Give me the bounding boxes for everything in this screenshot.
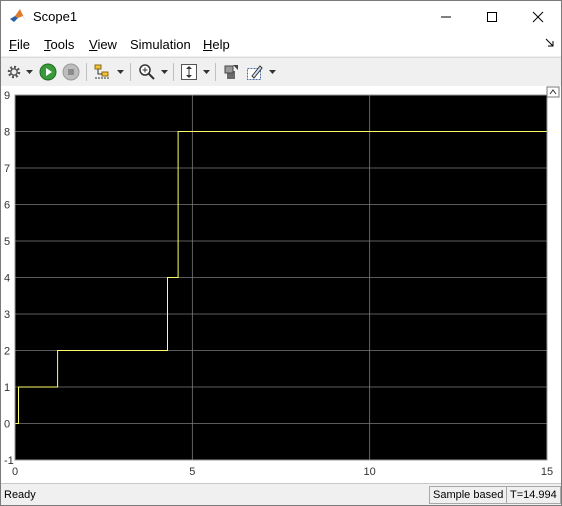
close-button[interactable] <box>515 1 561 32</box>
chevron-down-icon <box>268 70 276 74</box>
run-icon <box>39 63 57 81</box>
x-tick-label: 0 <box>12 466 18 478</box>
autoscale-dropdown[interactable] <box>201 62 211 82</box>
y-tick-label: 1 <box>4 382 10 394</box>
status-bar: Ready Sample based T=14.994 <box>1 483 561 505</box>
signal-selector-dropdown[interactable] <box>115 62 125 82</box>
zoom-in-icon <box>139 64 155 80</box>
gear-icon <box>7 65 21 79</box>
menu-simulation[interactable]: Simulation <box>130 37 191 52</box>
sample-mode-indicator: Sample based <box>429 486 508 504</box>
y-tick-label: 4 <box>4 273 10 285</box>
autoscale-icon <box>181 64 197 80</box>
menu-bar: File Tools View Simulation Help <box>1 32 561 56</box>
scope-display[interactable]: -1 0 1 2 3 4 5 6 7 8 9 0 5 10 15 <box>1 86 561 483</box>
chevron-down-icon <box>25 70 33 74</box>
toolbar <box>1 57 561 87</box>
zoom-dropdown[interactable] <box>159 62 169 82</box>
time-indicator: T=14.994 <box>506 486 561 504</box>
menu-file[interactable]: File <box>9 37 30 52</box>
x-tick-label: 15 <box>541 466 553 478</box>
dock-arrow-icon[interactable] <box>545 38 555 48</box>
chevron-down-icon <box>202 70 210 74</box>
y-tick-label: 2 <box>4 346 10 358</box>
minimize-icon <box>441 16 451 17</box>
settings-dropdown[interactable] <box>24 62 34 82</box>
chevron-down-icon <box>160 70 168 74</box>
title-bar[interactable]: Scope1 <box>1 1 561 32</box>
highlight-button[interactable] <box>245 62 265 82</box>
toolbar-separator <box>130 63 131 81</box>
x-tick-label: 5 <box>189 466 195 478</box>
write-data-button[interactable] <box>221 62 241 82</box>
y-tick-label: 6 <box>4 200 10 212</box>
maximize-icon <box>487 11 497 22</box>
run-button[interactable] <box>38 62 58 82</box>
chevron-down-icon <box>116 70 124 74</box>
write-data-icon <box>224 65 238 79</box>
highlight-dropdown[interactable] <box>267 62 277 82</box>
y-tick-label: 7 <box>4 163 10 175</box>
menu-tools[interactable]: Tools <box>44 37 74 52</box>
x-tick-label: 10 <box>364 466 376 478</box>
settings-button[interactable] <box>5 62 23 82</box>
stop-icon <box>62 63 80 81</box>
scope-window: Scope1 File Tools View Simulation Help -… <box>0 0 562 506</box>
toolbar-separator <box>215 63 216 81</box>
autoscale-button[interactable] <box>179 62 199 82</box>
scope-plot[interactable]: -101234567890 5 10 15 <box>1 86 561 483</box>
y-tick-label: 8 <box>4 127 10 139</box>
signal-selector-button[interactable] <box>92 62 112 82</box>
close-icon <box>532 11 544 22</box>
toolbar-separator <box>173 63 174 81</box>
window-title: Scope1 <box>33 9 78 24</box>
minimize-button[interactable] <box>423 1 469 32</box>
zoom-button[interactable] <box>137 62 157 82</box>
maximize-button[interactable] <box>469 1 515 32</box>
toolbar-separator <box>86 63 87 81</box>
status-text: Ready <box>4 489 36 501</box>
matlab-logo-icon <box>10 9 26 22</box>
y-tick-label: 5 <box>4 236 10 248</box>
stop-button[interactable] <box>61 62 81 82</box>
signal-selector-icon <box>94 64 109 79</box>
y-tick-label: 9 <box>4 90 10 102</box>
y-tick-label: 0 <box>4 419 10 431</box>
menu-help[interactable]: Help <box>203 37 230 52</box>
highlight-pen-icon <box>247 65 263 80</box>
menu-view[interactable]: View <box>89 37 117 52</box>
y-tick-label: 3 <box>4 309 10 321</box>
undock-button[interactable] <box>546 86 560 98</box>
